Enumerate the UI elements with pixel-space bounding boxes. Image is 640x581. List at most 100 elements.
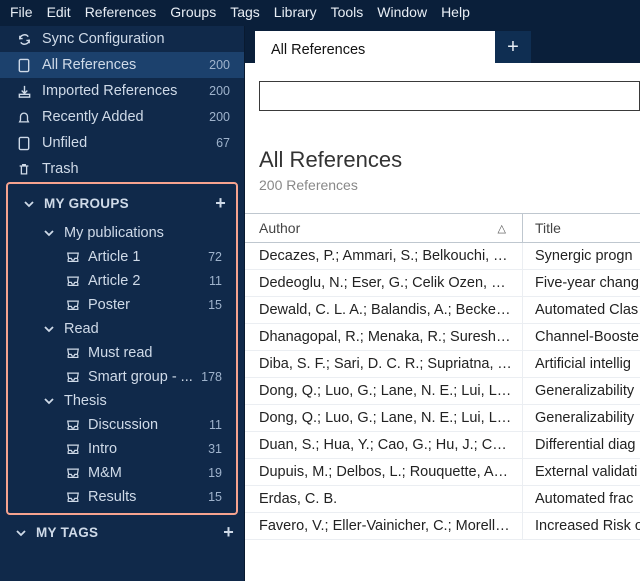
sidebar-item-label: Trash — [42, 161, 234, 177]
tray-icon — [66, 467, 80, 480]
group-label: Must read — [88, 345, 226, 361]
cell-title: External validati — [523, 459, 640, 485]
tray-icon — [66, 419, 80, 432]
group-label: Discussion — [88, 417, 201, 433]
my-tags-label: MY TAGS — [36, 525, 215, 540]
menubar: File Edit References Groups Tags Library Tools… — [0, 0, 640, 26]
menu-groups[interactable]: Groups — [170, 4, 216, 20]
add-tag-icon[interactable]: + — [223, 522, 234, 543]
cell-author: Dhanagopal, R.; Menaka, R.; Suresh K... — [245, 324, 523, 350]
group-item-article-2[interactable]: Article 211 — [8, 269, 236, 293]
cell-title: Generalizability — [523, 405, 640, 431]
group-label: Results — [88, 489, 200, 505]
table-row[interactable]: Dedeoglu, N.; Eser, G.; Celik Ozen, D.; … — [245, 270, 640, 297]
search-wrap — [245, 63, 640, 121]
tab-all-references[interactable]: All References — [255, 31, 495, 63]
group-item-results[interactable]: Results15 — [8, 485, 236, 509]
group-item-discussion[interactable]: Discussion 11 — [8, 413, 236, 437]
cell-title: Increased Risk o — [523, 513, 640, 539]
group-folder-thesis[interactable]: Thesis — [8, 389, 236, 413]
tab-add-button[interactable]: + — [495, 31, 531, 63]
add-group-icon[interactable]: + — [215, 193, 226, 214]
content-area: All References + All References 200 Refe… — [245, 26, 640, 581]
chevron-down-icon — [42, 395, 56, 407]
group-folder-read[interactable]: Read — [8, 317, 236, 341]
import-icon — [16, 84, 32, 99]
sidebar-item-label: Sync Configuration — [42, 31, 234, 47]
group-label: Article 1 — [88, 249, 200, 265]
menu-window[interactable]: Window — [377, 4, 427, 20]
sidebar-item-count: 67 — [216, 136, 234, 150]
table-row[interactable]: Dong, Q.; Luo, G.; Lane, N. E.; Lui, L. … — [245, 405, 640, 432]
table-row[interactable]: Dong, Q.; Luo, G.; Lane, N. E.; Lui, L. … — [245, 378, 640, 405]
my-groups-label: MY GROUPS — [44, 196, 207, 211]
sidebar-item-imported-references[interactable]: Imported References200 — [0, 78, 244, 104]
sidebar-item-trash[interactable]: Trash — [0, 156, 244, 182]
table-row[interactable]: Decazes, P.; Ammari, S.; Belkouchi, Y.;.… — [245, 243, 640, 270]
table-row[interactable]: Favero, V.; Eller-Vainicher, C.; Morelli… — [245, 513, 640, 540]
cell-title: Channel-Booste — [523, 324, 640, 350]
sidebar-item-unfiled[interactable]: Unfiled 67 — [0, 130, 244, 156]
chevron-down-icon — [22, 198, 36, 210]
menu-library[interactable]: Library — [274, 4, 317, 20]
group-folder-my-publications[interactable]: My publications — [8, 221, 236, 245]
group-item-smart-group-[interactable]: Smart group - ...178 — [8, 365, 236, 389]
sidebar-item-recently-added[interactable]: Recently Added200 — [0, 104, 244, 130]
section-my-tags[interactable]: MY TAGS + — [0, 515, 244, 550]
group-count: 72 — [208, 250, 226, 264]
sync-icon — [16, 32, 32, 47]
table-row[interactable]: Erdas, C. B.Automated frac — [245, 486, 640, 513]
group-label: Article 2 — [88, 273, 201, 289]
group-count: 19 — [208, 466, 226, 480]
table-row[interactable]: Dhanagopal, R.; Menaka, R.; Suresh K...C… — [245, 324, 640, 351]
list-header: All References 200 References — [245, 121, 640, 199]
menu-file[interactable]: File — [10, 4, 33, 20]
group-item-intro[interactable]: Intro31 — [8, 437, 236, 461]
group-label: M&M — [88, 465, 200, 481]
table-row[interactable]: Diba, S. F.; Sari, D. C. R.; Supriatna, … — [245, 351, 640, 378]
tray-icon — [66, 347, 80, 360]
sort-asc-icon: △ — [498, 222, 512, 235]
sidebar-item-all-references[interactable]: All References200 — [0, 52, 244, 78]
group-label: Smart group - ... — [88, 369, 193, 385]
table-row[interactable]: Dupuis, M.; Delbos, L.; Rouquette, A.; .… — [245, 459, 640, 486]
group-item-article-1[interactable]: Article 1 72 — [8, 245, 236, 269]
tray-icon — [66, 443, 80, 456]
bell-icon — [16, 110, 32, 125]
cell-title: Artificial intellig — [523, 351, 640, 377]
cell-author: Dewald, C. L. A.; Balandis, A.; Becker, … — [245, 297, 523, 323]
menu-tags[interactable]: Tags — [230, 4, 260, 20]
tray-icon — [66, 371, 80, 384]
search-input[interactable] — [259, 81, 640, 111]
menu-help[interactable]: Help — [441, 4, 470, 20]
menu-edit[interactable]: Edit — [47, 4, 71, 20]
chevron-down-icon — [42, 323, 56, 335]
table-row[interactable]: Dewald, C. L. A.; Balandis, A.; Becker, … — [245, 297, 640, 324]
cell-author: Dupuis, M.; Delbos, L.; Rouquette, A.; .… — [245, 459, 523, 485]
table-row[interactable]: Duan, S.; Hua, Y.; Cao, G.; Hu, J.; Cui,… — [245, 432, 640, 459]
cell-author: Erdas, C. B. — [245, 486, 523, 512]
sidebar-item-count: 200 — [209, 84, 234, 98]
cell-author: Favero, V.; Eller-Vainicher, C.; Morelli… — [245, 513, 523, 539]
tray-icon — [66, 275, 80, 288]
sidebar-item-sync-configuration[interactable]: Sync Configuration — [0, 26, 244, 52]
sidebar-item-label: Unfiled — [42, 135, 206, 151]
column-title[interactable]: Title — [523, 214, 640, 242]
cell-author: Diba, S. F.; Sari, D. C. R.; Supriatna, … — [245, 351, 523, 377]
group-label: Read — [64, 321, 226, 337]
reference-table: Decazes, P.; Ammari, S.; Belkouchi, Y.;.… — [245, 243, 640, 581]
group-label: My publications — [64, 225, 226, 241]
cell-author: Dedeoglu, N.; Eser, G.; Celik Ozen, D.; … — [245, 270, 523, 296]
menu-references[interactable]: References — [85, 4, 157, 20]
group-item-must-read[interactable]: Must read — [8, 341, 236, 365]
doc-icon — [16, 58, 32, 73]
column-headers: Author △ Title — [245, 213, 640, 243]
group-item-poster[interactable]: Poster15 — [8, 293, 236, 317]
section-my-groups[interactable]: MY GROUPS + — [8, 186, 236, 221]
group-count: 11 — [209, 418, 226, 432]
cell-author: Duan, S.; Hua, Y.; Cao, G.; Hu, J.; Cui,… — [245, 432, 523, 458]
group-item-m-m[interactable]: M&M 19 — [8, 461, 236, 485]
menu-tools[interactable]: Tools — [331, 4, 364, 20]
column-author[interactable]: Author △ — [245, 214, 523, 242]
chevron-down-icon — [42, 227, 56, 239]
